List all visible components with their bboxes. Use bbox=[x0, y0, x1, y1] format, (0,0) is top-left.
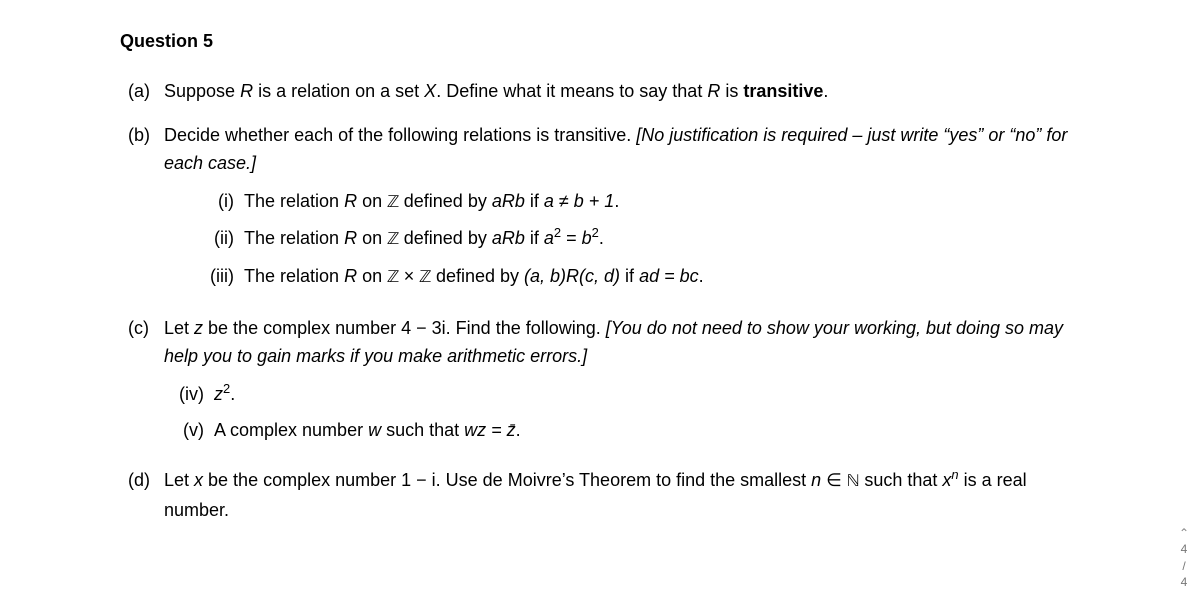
question-content: Question 5 (a) Suppose R is a relation o… bbox=[0, 0, 1200, 561]
math: wz = z̄ bbox=[464, 420, 516, 440]
label-v: (v) bbox=[170, 417, 214, 445]
page-total: 4 bbox=[1174, 574, 1194, 590]
math: R bbox=[344, 228, 357, 248]
math: z bbox=[194, 318, 203, 338]
text: The relation bbox=[244, 266, 344, 286]
math: aRb bbox=[492, 191, 525, 211]
math: R bbox=[344, 191, 357, 211]
body-iii: The relation R on ℤ × ℤ defined by (a, b… bbox=[244, 263, 1080, 293]
text: Let bbox=[164, 318, 194, 338]
label-iii: (iii) bbox=[200, 263, 244, 293]
part-d: (d) Let x be the complex number 1 − i. U… bbox=[120, 467, 1080, 525]
text: = bbox=[561, 228, 582, 248]
part-b-ii: (ii) The relation R on ℤ defined by aRb … bbox=[200, 225, 1080, 255]
text: Decide whether each of the following rel… bbox=[164, 125, 636, 145]
part-b-label: (b) bbox=[120, 122, 164, 299]
math: R bbox=[344, 266, 357, 286]
math: n bbox=[811, 470, 821, 490]
text: be the complex number 4 − 3i. Find the f… bbox=[203, 318, 606, 338]
part-c-body: Let z be the complex number 4 − 3i. Find… bbox=[164, 315, 1080, 451]
part-b-sublist: (i) The relation R on ℤ defined by aRb i… bbox=[164, 188, 1080, 294]
math: z bbox=[214, 384, 223, 404]
text: . bbox=[614, 191, 619, 211]
text: × bbox=[399, 266, 420, 286]
text: defined by bbox=[431, 266, 524, 286]
part-a-label: (a) bbox=[120, 78, 164, 106]
math-X: X bbox=[424, 81, 436, 101]
text: The relation bbox=[244, 191, 344, 211]
math-Z: ℤ bbox=[387, 194, 399, 212]
sup: 2 bbox=[592, 225, 599, 240]
text: if bbox=[620, 266, 639, 286]
body-v: A complex number w such that wz = z̄. bbox=[214, 417, 1080, 445]
text: defined by bbox=[399, 228, 492, 248]
chevron-up-icon[interactable]: ⌃ bbox=[1174, 525, 1194, 541]
text: is a relation on a set bbox=[253, 81, 424, 101]
part-b-body: Decide whether each of the following rel… bbox=[164, 122, 1080, 299]
part-c: (c) Let z be the complex number 4 − 3i. … bbox=[120, 315, 1080, 451]
text: if bbox=[525, 191, 544, 211]
math: w bbox=[368, 420, 381, 440]
text: ∈ bbox=[821, 470, 847, 490]
math: ad = bc bbox=[639, 266, 699, 286]
part-c-iv: (iv) z2. bbox=[170, 381, 1080, 409]
math-R: R bbox=[707, 81, 720, 101]
question-heading: Question 5 bbox=[120, 28, 1080, 56]
math: b bbox=[582, 228, 592, 248]
text: is bbox=[720, 81, 743, 101]
text: . bbox=[230, 384, 235, 404]
part-b-i: (i) The relation R on ℤ defined by aRb i… bbox=[200, 188, 1080, 218]
math: (a, b)R(c, d) bbox=[524, 266, 620, 286]
math-N: ℕ bbox=[847, 473, 859, 491]
page-sep: / bbox=[1174, 558, 1194, 574]
part-a: (a) Suppose R is a relation on a set X. … bbox=[120, 78, 1080, 106]
math: aRb bbox=[492, 228, 525, 248]
math: a ≠ b + 1 bbox=[544, 191, 614, 211]
part-b-iii: (iii) The relation R on ℤ × ℤ defined by… bbox=[200, 263, 1080, 293]
body-iv: z2. bbox=[214, 381, 1080, 409]
text: . Define what it means to say that bbox=[436, 81, 707, 101]
text: . bbox=[516, 420, 521, 440]
sup: n bbox=[951, 467, 958, 482]
part-d-body: Let x be the complex number 1 − i. Use d… bbox=[164, 467, 1080, 525]
label-i: (i) bbox=[200, 188, 244, 218]
body-ii: The relation R on ℤ defined by aRb if a 2… bbox=[244, 225, 1080, 255]
text: if bbox=[525, 228, 544, 248]
math-R: R bbox=[240, 81, 253, 101]
text: such that bbox=[859, 470, 942, 490]
label-iv: (iv) bbox=[170, 381, 214, 409]
part-d-label: (d) bbox=[120, 467, 164, 525]
part-b: (b) Decide whether each of the following… bbox=[120, 122, 1080, 299]
text: . bbox=[699, 266, 704, 286]
text: Suppose bbox=[164, 81, 240, 101]
text: on bbox=[357, 228, 387, 248]
text: on bbox=[357, 191, 387, 211]
part-c-sublist: (iv) z2. (v) A complex number w such tha… bbox=[164, 381, 1080, 445]
page-indicator[interactable]: ⌃ 4 / 4 bbox=[1174, 525, 1194, 590]
body-i: The relation R on ℤ defined by aRb if a … bbox=[244, 188, 1080, 218]
page-current: 4 bbox=[1174, 541, 1194, 557]
math-Z: ℤ bbox=[419, 269, 431, 287]
text: The relation bbox=[244, 228, 344, 248]
part-c-label: (c) bbox=[120, 315, 164, 451]
text: be the complex number 1 − i. Use de Moiv… bbox=[203, 470, 811, 490]
text: such that bbox=[381, 420, 464, 440]
part-c-v: (v) A complex number w such that wz = z̄… bbox=[170, 417, 1080, 445]
text: Let bbox=[164, 470, 194, 490]
bold-transitive: transitive bbox=[743, 81, 823, 101]
math: a bbox=[544, 228, 554, 248]
math-Z: ℤ bbox=[387, 231, 399, 249]
text: . bbox=[823, 81, 828, 101]
text: on bbox=[357, 266, 387, 286]
math-Z: ℤ bbox=[387, 269, 399, 287]
math: x bbox=[194, 470, 203, 490]
label-ii: (ii) bbox=[200, 225, 244, 255]
text: . bbox=[599, 228, 604, 248]
part-a-body: Suppose R is a relation on a set X. Defi… bbox=[164, 78, 1080, 106]
text: defined by bbox=[399, 191, 492, 211]
text: A complex number bbox=[214, 420, 368, 440]
